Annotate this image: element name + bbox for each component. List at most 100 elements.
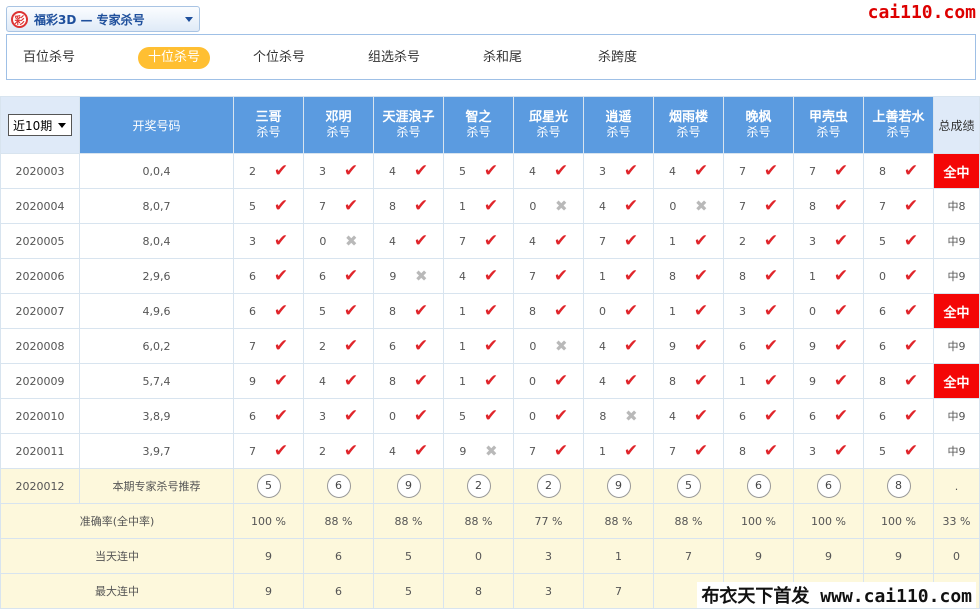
check-icon: ✔ [483,195,499,216]
cross-icon: ✖ [345,231,358,250]
pick-cell: 9 ✔ [233,363,304,399]
expert-header[interactable]: 天涯浪子 杀号 [373,96,444,154]
expert-header[interactable]: 邱星光 杀号 [513,96,584,154]
table-row: 2020006 2,9,6 6 ✔ 6 ✔ 9 ✖ 4 ✔ 7 ✔ 1 ✔ 8 ✔ 8 ✔ 1 ✔ 0 ✔ 中9 [0,258,980,294]
pick-cell: 7 ✔ [653,433,724,469]
expert-name: 智之 [465,110,492,125]
expert-header[interactable]: 逍遥 杀号 [583,96,654,154]
pick-number: 5 [458,409,466,423]
check-icon: ✔ [903,370,919,391]
pick-cell: 7 ✔ [513,433,584,469]
check-icon: ✔ [903,230,919,251]
pick-cell: 1 ✔ [443,293,514,329]
pick-number: 7 [808,164,816,178]
stats-label: 最大连中 [0,573,234,609]
pick-number: 9 [459,444,467,458]
expert-header[interactable]: 邓明 杀号 [303,96,374,154]
check-icon: ✔ [273,370,289,391]
check-icon: ✔ [763,195,779,216]
result-badge: 中9 [947,410,966,423]
check-icon: ✔ [343,195,359,216]
check-icon: ✔ [693,300,709,321]
pick-cell: 8 ✔ [863,363,934,399]
expert-header[interactable]: 烟雨楼 杀号 [653,96,724,154]
pick-number: 4 [388,164,396,178]
pick-cell: 8 ✖ [583,398,654,434]
check-icon: ✔ [273,300,289,321]
check-icon: ✔ [483,335,499,356]
pick-cell: 3 ✔ [583,153,654,189]
stats-row: 当天连中 9 6 5 0 3 1 7 9 9 9 0 [0,538,980,574]
pick-number: 1 [598,444,606,458]
pick-cell: 7 ✔ [793,153,864,189]
pick-cell: 1 ✔ [583,433,654,469]
recommend-cell: 8 [863,468,934,504]
total-cell: 全中 [933,153,980,189]
cross-icon: ✖ [485,441,498,460]
check-icon: ✔ [623,335,639,356]
pick-cell: 3 ✔ [303,398,374,434]
tab-span[interactable]: 杀跨度 [588,47,647,69]
check-icon: ✔ [343,300,359,321]
check-icon: ✔ [693,405,709,426]
expert-header[interactable]: 甲壳虫 杀号 [793,96,864,154]
chevron-down-icon [185,16,193,22]
stats-row: 准确率(全中率) 100 % 88 % 88 % 88 % 77 % 88 % 88 % 100… [0,503,980,539]
check-icon: ✔ [833,335,849,356]
check-icon: ✔ [693,370,709,391]
pick-cell: 2 ✔ [303,328,374,364]
expert-name: 邓明 [325,110,352,125]
stats-label: 准确率(全中率) [0,503,234,539]
pick-number: 6 [878,339,886,353]
expert-name: 烟雨楼 [668,110,708,125]
expert-header[interactable]: 智之 杀号 [443,96,514,154]
check-icon: ✔ [833,440,849,461]
pick-cell: 7 ✔ [583,223,654,259]
tab-units[interactable]: 个位杀号 [243,47,315,69]
check-icon: ✔ [623,230,639,251]
pick-cell: 8 ✔ [723,433,794,469]
stats-value: 1 [583,538,654,574]
stats-value: 7 [583,573,654,609]
period-select[interactable]: 近10期 [8,114,72,136]
check-icon: ✔ [553,265,569,286]
pick-number: 9 [389,269,397,283]
expert-header[interactable]: 晚枫 杀号 [723,96,794,154]
pick-cell: 5 ✔ [443,398,514,434]
pick-number: 3 [248,234,256,248]
pick-cell: 4 ✔ [373,433,444,469]
pick-number: 8 [878,374,886,388]
check-icon: ✔ [413,440,429,461]
pick-number: 7 [668,444,676,458]
check-icon: ✔ [763,335,779,356]
tab-sum-tail[interactable]: 杀和尾 [473,47,532,69]
pick-number: 4 [598,339,606,353]
expert-header[interactable]: 三哥 杀号 [233,96,304,154]
pick-cell: 4 ✔ [583,328,654,364]
pick-cell: 4 ✔ [373,153,444,189]
pick-number: 8 [738,444,746,458]
result-badge: 中9 [947,445,966,458]
expert-sub: 杀号 [256,125,281,139]
pick-cell: 5 ✔ [303,293,374,329]
tab-tens[interactable]: 十位杀号 [138,47,211,69]
tab-group[interactable]: 组选杀号 [358,47,430,69]
pick-cell: 8 ✔ [373,363,444,399]
check-icon: ✔ [903,300,919,321]
tab-hundreds[interactable]: 百位杀号 [13,47,85,69]
check-icon: ✔ [553,370,569,391]
check-icon: ✔ [483,405,499,426]
pick-number: 6 [738,339,746,353]
expert-name: 晚枫 [745,110,772,125]
expert-header[interactable]: 上善若水 杀号 [863,96,934,154]
check-icon: ✔ [763,300,779,321]
expert-sub: 杀号 [886,125,911,139]
pick-number: 0 [598,304,606,318]
pick-number: 5 [318,304,326,318]
pick-cell: 1 ✔ [443,328,514,364]
pick-number: 3 [318,164,326,178]
pick-number: 2 [318,339,326,353]
pick-number: 3 [738,304,746,318]
lottery-type-dropdown[interactable]: 彩 福彩3D — 专家杀号 [6,6,200,32]
check-icon: ✔ [413,405,429,426]
